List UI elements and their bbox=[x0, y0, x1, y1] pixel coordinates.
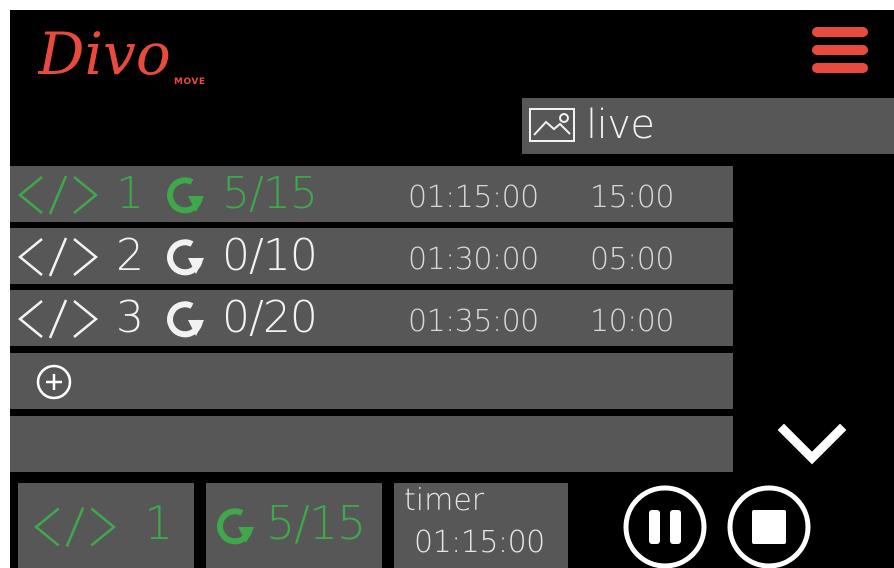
row-index: 1 bbox=[116, 168, 144, 219]
cycle-icon bbox=[167, 301, 204, 338]
live-label: live bbox=[586, 102, 655, 148]
row-duration: 15:00 bbox=[590, 180, 674, 215]
hamburger-icon[interactable] bbox=[812, 27, 868, 73]
row-count: 0/10 bbox=[222, 230, 318, 281]
empty-row bbox=[10, 416, 733, 472]
logo-subtitle: MOVE bbox=[174, 77, 206, 87]
pause-button[interactable] bbox=[622, 484, 708, 568]
code-icon bbox=[18, 175, 98, 215]
list-item[interactable]: 1 5/15 01:15:00 15:00 bbox=[10, 166, 733, 222]
logo: Divo MOVE bbox=[38, 14, 218, 90]
row-index: 3 bbox=[116, 292, 144, 343]
code-icon bbox=[18, 299, 98, 339]
timer-value: 01:15:00 bbox=[414, 525, 545, 560]
row-count: 0/20 bbox=[222, 292, 318, 343]
current-count-panel: 5/15 bbox=[206, 483, 382, 568]
code-icon bbox=[18, 237, 98, 277]
logo-text: Divo bbox=[38, 20, 171, 88]
list-item[interactable]: 3 0/20 01:35:00 10:00 bbox=[10, 290, 733, 346]
row-count: 5/15 bbox=[222, 168, 318, 219]
cycle-icon bbox=[167, 177, 204, 214]
stop-button[interactable] bbox=[726, 484, 812, 568]
chevron-down-icon[interactable] bbox=[778, 424, 846, 468]
image-icon bbox=[529, 108, 575, 142]
list-item[interactable]: 2 0/10 01:30:00 05:00 bbox=[10, 228, 733, 284]
row-duration: 10:00 bbox=[590, 304, 674, 339]
timer-panel: timer 01:15:00 bbox=[394, 483, 568, 568]
cycle-icon bbox=[167, 239, 204, 276]
current-count: 5/15 bbox=[266, 496, 366, 550]
current-program-panel: 1 bbox=[18, 483, 194, 568]
cycle-icon bbox=[217, 508, 254, 545]
row-time: 01:35:00 bbox=[408, 304, 539, 339]
add-circle-icon[interactable] bbox=[36, 364, 72, 400]
add-row[interactable] bbox=[10, 353, 733, 409]
live-bar[interactable]: live bbox=[522, 98, 894, 154]
row-time: 01:30:00 bbox=[408, 242, 539, 277]
row-time: 01:15:00 bbox=[408, 180, 539, 215]
current-index: 1 bbox=[144, 496, 174, 550]
row-index: 2 bbox=[116, 230, 144, 281]
stop-icon bbox=[752, 510, 786, 544]
pause-icon bbox=[649, 510, 660, 544]
timer-label: timer bbox=[404, 483, 485, 518]
row-duration: 05:00 bbox=[590, 242, 674, 277]
app-screen: Divo MOVE live 1 5/15 01:15:00 15:00 2 0… bbox=[10, 10, 894, 568]
code-icon bbox=[34, 507, 116, 547]
